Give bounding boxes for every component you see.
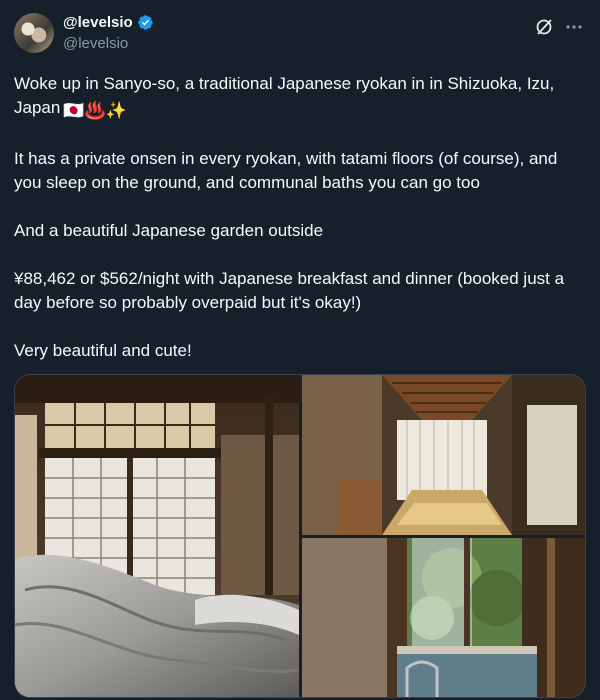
tweet-paragraph-1: Woke up in Sanyo-so, a traditional Japan…: [14, 72, 586, 123]
tweet-text: Woke up in Sanyo-so, a traditional Japan…: [14, 72, 586, 387]
media-grid: [14, 374, 586, 698]
photo-corridor[interactable]: [302, 375, 585, 535]
tweet-paragraph-5: Very beautiful and cute!: [14, 341, 192, 360]
display-name[interactable]: @levelsio: [63, 14, 133, 31]
tweet-paragraph-4: ¥88,462 or $562/night with Japanese brea…: [14, 269, 565, 312]
avatar[interactable]: [14, 13, 54, 53]
photo-bedroom[interactable]: [15, 375, 299, 697]
name-row: @levelsio: [63, 14, 154, 31]
grok-icon[interactable]: [534, 17, 554, 37]
more-options-icon[interactable]: [564, 17, 584, 37]
photo-onsen[interactable]: [302, 538, 585, 697]
tweet-paragraph-3: And a beautiful Japanese garden outside: [14, 221, 324, 240]
flag-hotspring-sparkles-emoji: 🇯🇵♨️✨: [63, 101, 127, 120]
handle[interactable]: @levelsio: [63, 35, 128, 52]
tweet-paragraph-2: It has a private onsen in every ryokan, …: [14, 149, 558, 192]
verified-badge-icon: [137, 14, 154, 31]
tweet-header: @levelsio @levelsio: [14, 13, 586, 59]
